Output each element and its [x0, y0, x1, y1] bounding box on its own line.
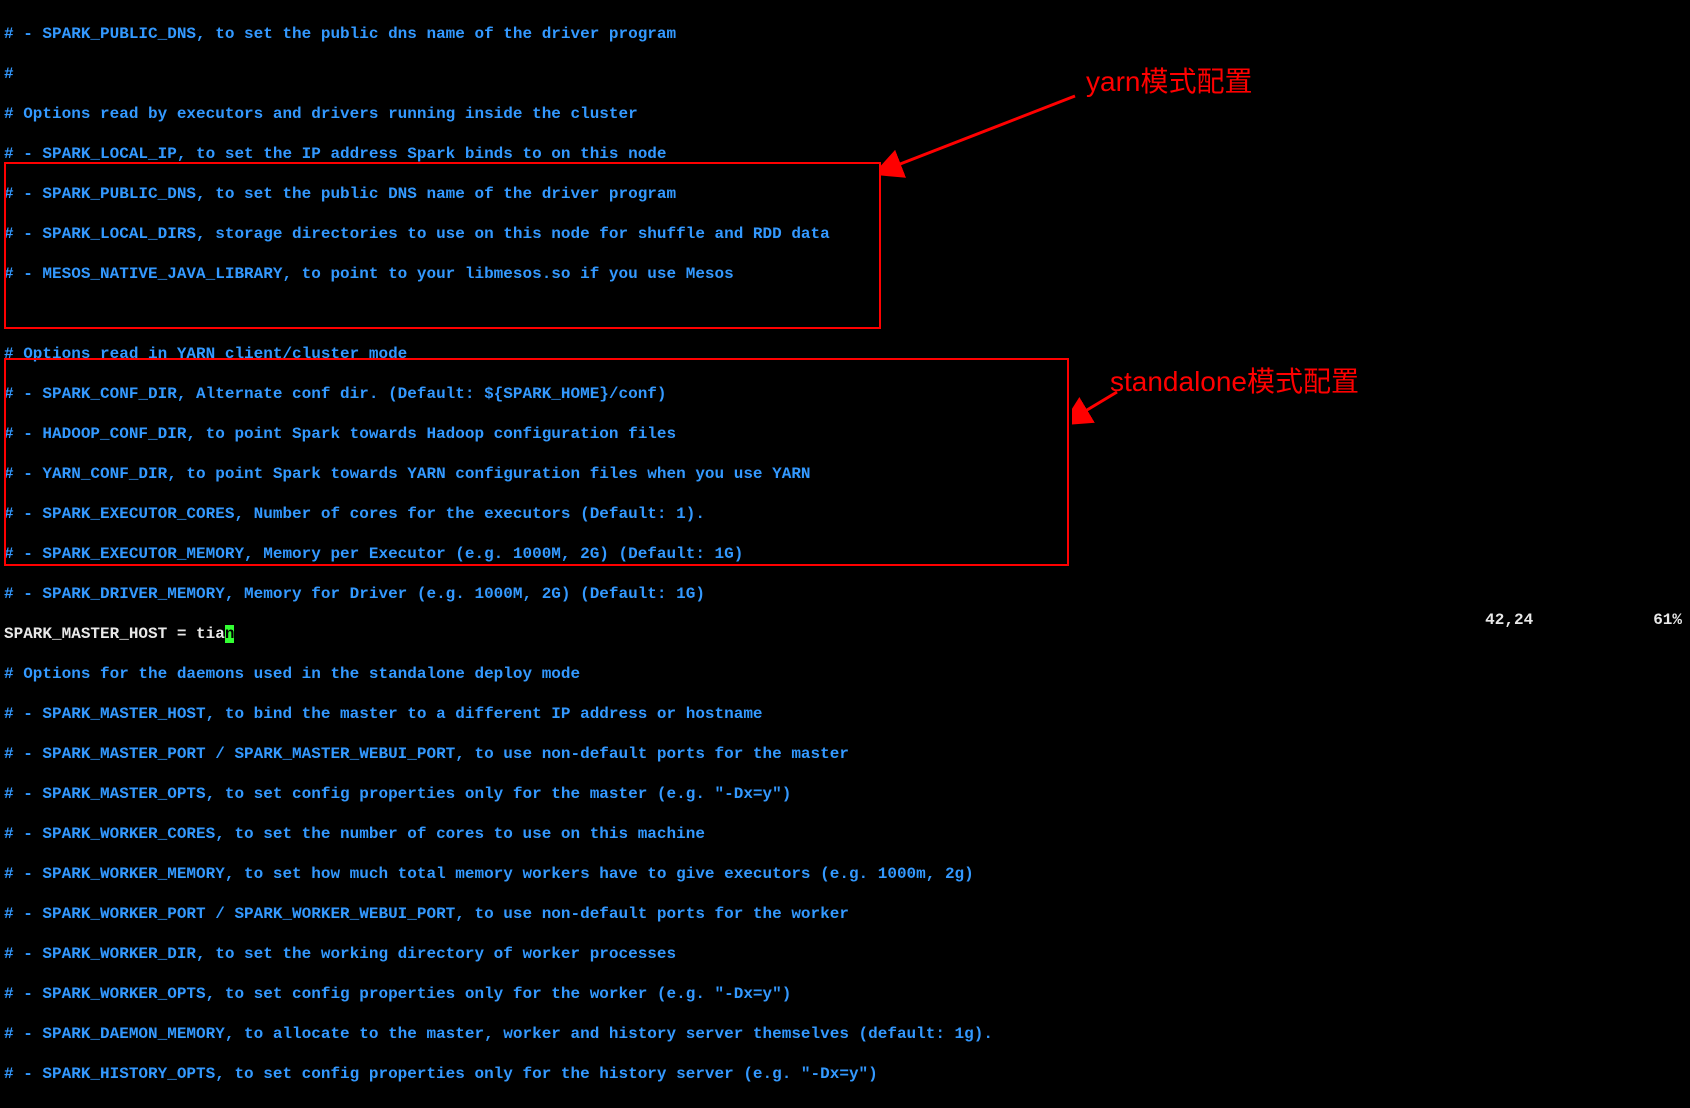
- code-line: # Options read in YARN client/cluster mo…: [4, 344, 1686, 364]
- code-line: # - SPARK_EXECUTOR_CORES, Number of core…: [4, 504, 1686, 524]
- code-line: # - SPARK_WORKER_DIR, to set the working…: [4, 944, 1686, 964]
- code-line: # - SPARK_MASTER_PORT / SPARK_MASTER_WEB…: [4, 744, 1686, 764]
- code-line: # - SPARK_MASTER_HOST, to bind the maste…: [4, 704, 1686, 724]
- cursor: n: [225, 625, 235, 643]
- code-line: # - SPARK_DAEMON_MEMORY, to allocate to …: [4, 1024, 1686, 1044]
- status-bar: 42,24 61%: [1485, 610, 1682, 630]
- edited-line: SPARK_MASTER_HOST = tian: [4, 624, 1686, 644]
- code-line: # - SPARK_DRIVER_MEMORY, Memory for Driv…: [4, 584, 1686, 604]
- code-line: # - SPARK_LOCAL_DIRS, storage directorie…: [4, 224, 1686, 244]
- code-line: # - YARN_CONF_DIR, to point Spark toward…: [4, 464, 1686, 484]
- code-line: # - MESOS_NATIVE_JAVA_LIBRARY, to point …: [4, 264, 1686, 284]
- code-line: # - SPARK_WORKER_CORES, to set the numbe…: [4, 824, 1686, 844]
- code-line: # - SPARK_CONF_DIR, Alternate conf dir. …: [4, 384, 1686, 404]
- edit-text: SPARK_MASTER_HOST = tia: [4, 625, 225, 643]
- code-line: # - SPARK_WORKER_PORT / SPARK_WORKER_WEB…: [4, 904, 1686, 924]
- code-line: # - SPARK_MASTER_OPTS, to set config pro…: [4, 784, 1686, 804]
- code-line: [4, 304, 1686, 324]
- code-line: # - SPARK_PUBLIC_DNS, to set the public …: [4, 24, 1686, 44]
- terminal-content[interactable]: # - SPARK_PUBLIC_DNS, to set the public …: [0, 0, 1690, 1108]
- scroll-percent: 61%: [1653, 611, 1682, 629]
- cursor-position: 42,24: [1485, 611, 1533, 629]
- standalone-label: standalone模式配置: [1110, 372, 1359, 392]
- code-line: # - SPARK_EXECUTOR_MEMORY, Memory per Ex…: [4, 544, 1686, 564]
- code-line: # - HADOOP_CONF_DIR, to point Spark towa…: [4, 424, 1686, 444]
- code-line: # - SPARK_WORKER_MEMORY, to set how much…: [4, 864, 1686, 884]
- code-line: # Options for the daemons used in the st…: [4, 664, 1686, 684]
- yarn-label: yarn模式配置: [1086, 72, 1252, 92]
- code-line: # - SPARK_LOCAL_IP, to set the IP addres…: [4, 144, 1686, 164]
- code-line: #: [4, 64, 1686, 84]
- code-line: # Options read by executors and drivers …: [4, 104, 1686, 124]
- code-line: # - SPARK_WORKER_OPTS, to set config pro…: [4, 984, 1686, 1004]
- code-line: # - SPARK_HISTORY_OPTS, to set config pr…: [4, 1064, 1686, 1084]
- code-line: # - SPARK_PUBLIC_DNS, to set the public …: [4, 184, 1686, 204]
